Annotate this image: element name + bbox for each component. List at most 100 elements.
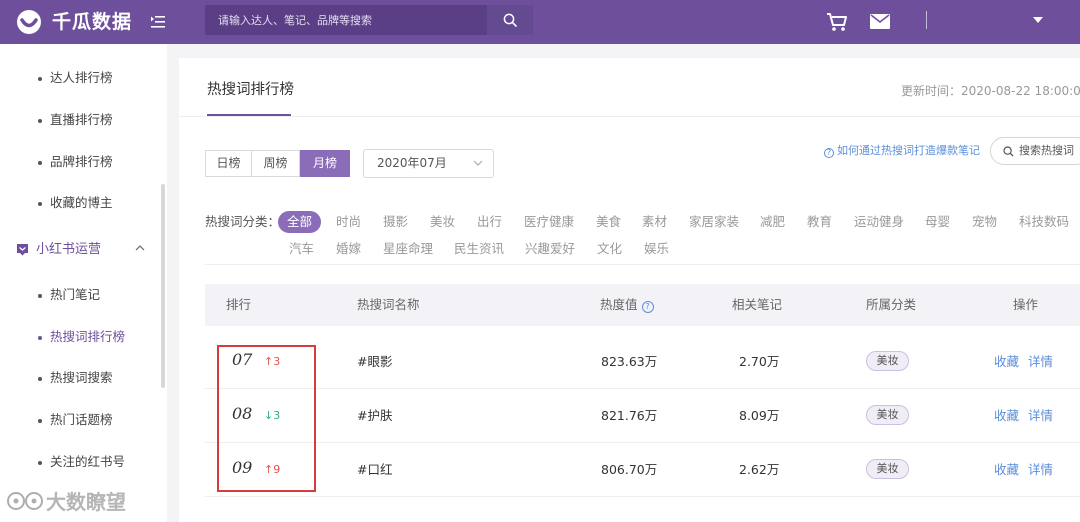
sidebar-item-followed-accounts[interactable]: 关注的红书号: [38, 452, 125, 472]
tab-monthly[interactable]: 月榜: [300, 150, 350, 177]
update-time: 更新时间：2020-08-22 18:00:00: [901, 84, 1080, 98]
bullet-icon: [38, 76, 42, 81]
table-row: 08 ↓3 #护肤 821.76万 8.09万 美妆 收藏 详情: [205, 389, 1080, 443]
notes-cell: 8.09万: [739, 408, 780, 423]
sidebar-item-hot-search-ranking[interactable]: 热搜词排行榜: [38, 327, 125, 347]
header-actions: 操作: [1013, 297, 1039, 312]
sidebar-item-live-ranking[interactable]: 直播排行榜: [38, 110, 113, 130]
category-tech[interactable]: 科技数码: [1019, 214, 1069, 230]
watermark: 大数瞭望: [6, 488, 126, 516]
bullet-icon: [38, 376, 42, 381]
detail-link[interactable]: 详情: [1028, 462, 1053, 478]
category-entertainment[interactable]: 娱乐: [644, 241, 669, 257]
hot-search-button[interactable]: 搜索热搜词: [990, 137, 1080, 165]
bullet-icon: [38, 418, 42, 423]
logo-icon: [17, 10, 41, 34]
sidebar-item-saved-bloggers[interactable]: 收藏的博主: [38, 193, 113, 213]
tab-daily[interactable]: 日榜: [205, 150, 252, 177]
help-link[interactable]: ? 如何通过热搜词打造爆款笔记: [824, 144, 980, 158]
keyword-cell[interactable]: #眼影: [357, 354, 392, 370]
collect-link[interactable]: 收藏: [994, 354, 1019, 370]
category-travel[interactable]: 出行: [477, 214, 502, 230]
page-title: 热搜词排行榜: [207, 82, 294, 98]
category-material[interactable]: 素材: [642, 214, 667, 230]
search-button[interactable]: [487, 5, 533, 35]
sidebar-item-hot-search-lookup[interactable]: 热搜词搜索: [38, 368, 113, 388]
heat-cell: 821.76万: [601, 408, 658, 423]
sidebar-item-brand-ranking[interactable]: 品牌排行榜: [38, 152, 113, 172]
detail-link[interactable]: 详情: [1028, 354, 1053, 370]
menu-collapse-icon[interactable]: [150, 14, 166, 30]
category-wedding[interactable]: 婚嫁: [336, 241, 361, 257]
category-weight-loss[interactable]: 减肥: [760, 214, 785, 230]
keyword-cell[interactable]: #口红: [357, 462, 392, 478]
search-input[interactable]: [205, 5, 481, 35]
header-notes[interactable]: 相关笔记: [732, 297, 782, 313]
bullet-icon: [38, 201, 42, 206]
top-bar: 千瓜数据: [0, 0, 1080, 44]
question-icon: ?: [824, 148, 834, 158]
user-menu-caret-icon[interactable]: [1033, 17, 1043, 23]
category-pets[interactable]: 宠物: [972, 214, 997, 230]
mail-icon[interactable]: [870, 14, 890, 29]
chevron-down-icon: [473, 160, 483, 166]
header-keyword: 热搜词名称: [357, 297, 420, 312]
bullet-icon: [38, 160, 42, 165]
header-rank[interactable]: 排行: [226, 297, 251, 313]
keyword-cell[interactable]: #护肤: [357, 408, 392, 424]
bullet-icon: [38, 118, 42, 123]
cart-icon[interactable]: [826, 12, 848, 32]
category-culture[interactable]: 文化: [597, 241, 622, 257]
category-photography[interactable]: 摄影: [383, 214, 408, 230]
notes-cell: 2.70万: [739, 354, 780, 369]
category-news[interactable]: 民生资讯: [454, 241, 504, 257]
table-row: 09 ↑9 #口红 806.70万 2.62万 美妆 收藏 详情: [205, 443, 1080, 497]
category-auto[interactable]: 汽车: [289, 241, 314, 257]
sidebar-scrollbar[interactable]: [161, 184, 165, 388]
top-divider: [926, 11, 927, 29]
notes-cell: 2.62万: [739, 462, 780, 477]
category-home[interactable]: 家居家装: [689, 214, 739, 230]
category-food[interactable]: 美食: [596, 214, 621, 230]
header-heat[interactable]: 热度值?: [600, 297, 654, 313]
header-category: 所属分类: [866, 297, 917, 312]
category-education[interactable]: 教育: [807, 214, 832, 230]
category-health[interactable]: 医疗健康: [524, 214, 574, 230]
bullet-icon: [38, 293, 42, 298]
search-box: [205, 5, 533, 35]
category-makeup[interactable]: 美妆: [430, 214, 455, 230]
category-fashion[interactable]: 时尚: [336, 214, 361, 230]
sidebar-item-hot-topics[interactable]: 热门话题榜: [38, 410, 113, 430]
category-badge: 美妆: [866, 351, 909, 371]
question-icon[interactable]: ?: [641, 301, 654, 313]
detail-link[interactable]: 详情: [1028, 408, 1053, 424]
category-badge: 美妆: [866, 405, 909, 425]
category-hobbies[interactable]: 兴趣爱好: [525, 241, 575, 257]
brand-name[interactable]: 千瓜数据: [52, 10, 132, 34]
sidebar-section-xiaohongshu[interactable]: 小红书运营: [16, 240, 146, 260]
chevron-up-icon: [135, 245, 145, 251]
collect-link[interactable]: 收藏: [994, 462, 1019, 478]
bullet-icon: [38, 335, 42, 340]
rank-highlight-box: [217, 345, 316, 492]
category-all[interactable]: 全部: [278, 211, 322, 233]
tab-weekly[interactable]: 周榜: [252, 150, 300, 177]
heat-cell: 806.70万: [601, 462, 658, 477]
heat-cell: 823.63万: [601, 354, 658, 369]
bullet-icon: [38, 460, 42, 465]
search-icon: [503, 13, 517, 27]
table-row: 07 ↑3 #眼影 823.63万 2.70万 美妆 收藏 详情: [205, 335, 1080, 389]
sidebar: 达人排行榜 直播排行榜 品牌排行榜 收藏的博主 小红书运营 热门笔记 热搜词排行…: [0, 44, 167, 522]
search-icon: [1003, 146, 1014, 157]
category-label: 热搜词分类：: [205, 214, 281, 229]
month-select[interactable]: 2020年07月: [363, 149, 494, 178]
sidebar-item-kol-ranking[interactable]: 达人排行榜: [38, 68, 113, 88]
sidebar-item-hot-notes[interactable]: 热门笔记: [38, 285, 100, 305]
category-fitness[interactable]: 运动健身: [854, 214, 904, 230]
table-header: 排行 热搜词名称 热度值? 相关笔记 所属分类 操作: [205, 284, 1080, 326]
bookmark-chat-icon: [17, 244, 28, 256]
category-divider: [205, 264, 1080, 265]
collect-link[interactable]: 收藏: [994, 408, 1019, 424]
category-mother-baby[interactable]: 母婴: [925, 214, 950, 230]
category-astrology[interactable]: 星座命理: [383, 241, 433, 257]
